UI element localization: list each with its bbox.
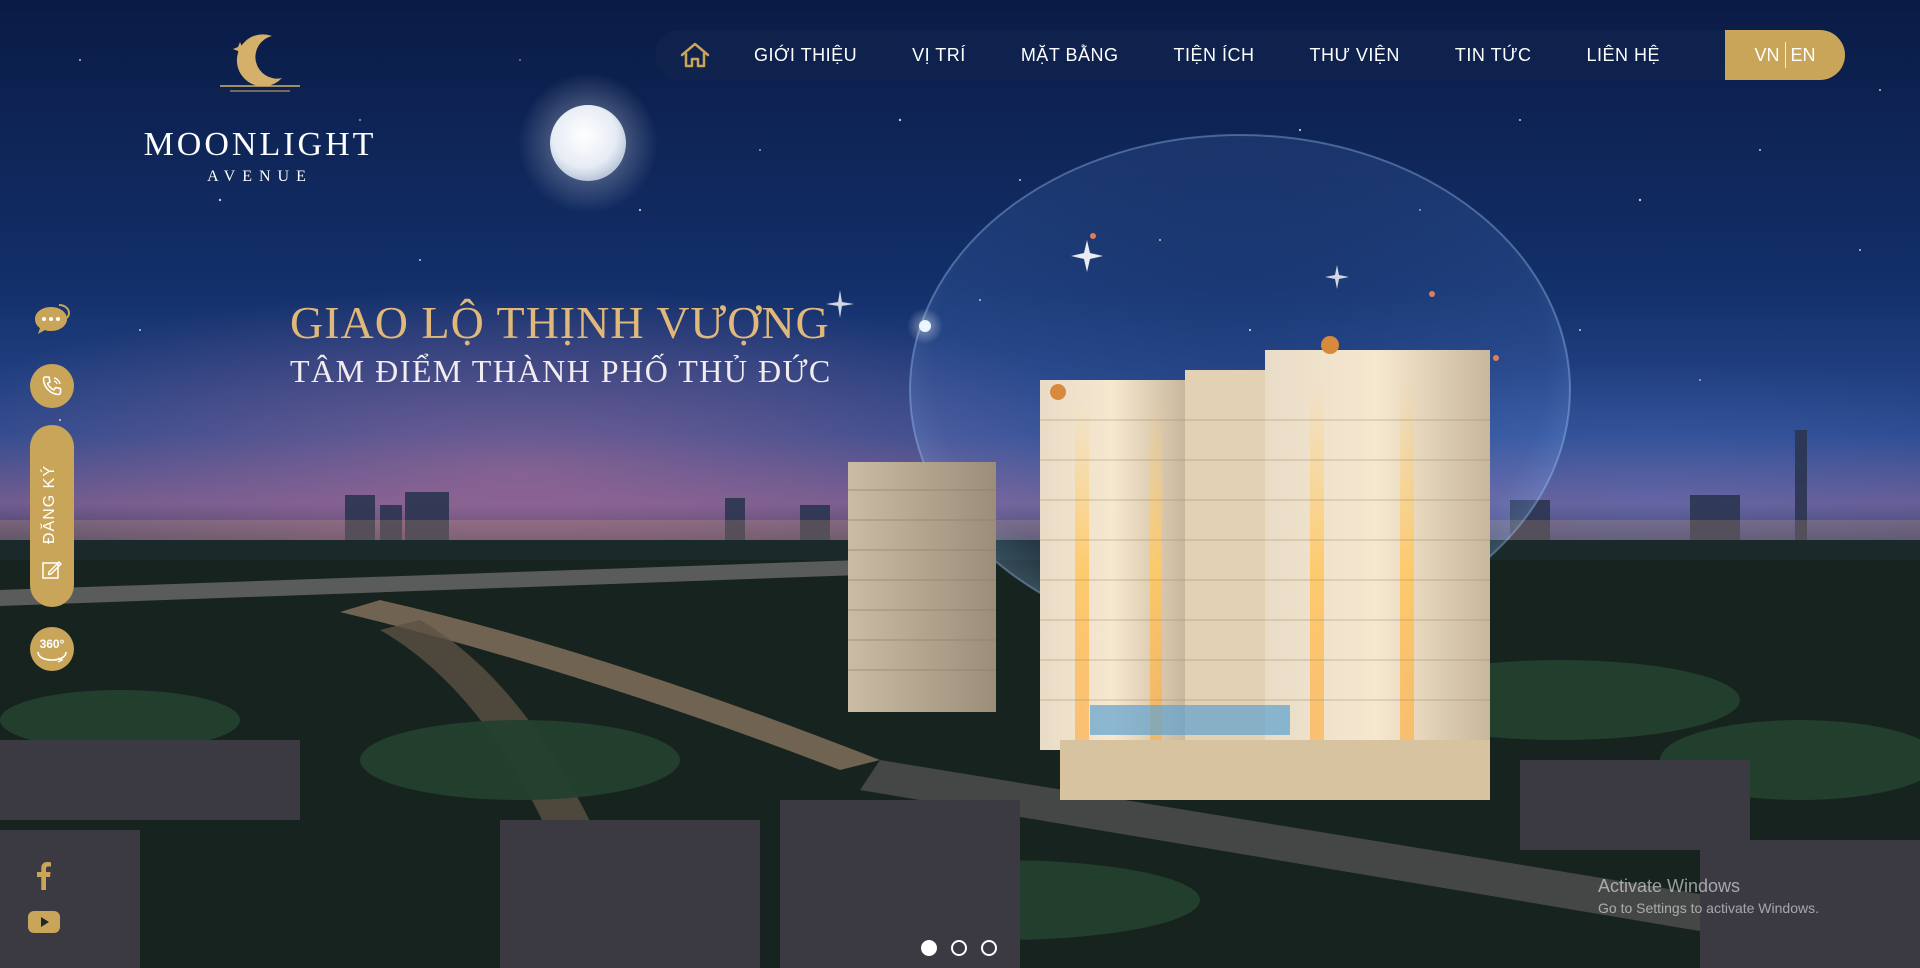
chat-button[interactable]	[30, 298, 74, 342]
phone-icon	[42, 376, 62, 396]
activate-line-1: Activate Windows	[1598, 876, 1741, 896]
nav-item-mat-bang[interactable]: MẶT BẰNG	[1021, 45, 1119, 66]
lang-divider	[1784, 42, 1786, 68]
slide-dot-3[interactable]	[981, 940, 997, 956]
lang-vn[interactable]: VN	[1754, 45, 1779, 66]
hero-subtitle: TÂM ĐIỂM THÀNH PHỐ THỦ ĐỨC	[290, 353, 832, 389]
nav-item-vi-tri[interactable]: VỊ TRÍ	[912, 45, 966, 66]
activate-windows-watermark: Activate Windows Go to Settings to activ…	[1598, 876, 1819, 916]
brand-name: MOONLIGHT	[143, 126, 377, 163]
phone-button[interactable]	[30, 364, 74, 408]
edit-icon	[42, 561, 62, 579]
hero-headline: GIAO LỘ THỊNH VƯỢNG TÂM ĐIỂM THÀNH PHỐ T…	[290, 296, 930, 390]
hero-title: GIAO LỘ THỊNH VƯỢNG	[290, 297, 830, 348]
activate-line-2: Go to Settings to activate Windows.	[1598, 900, 1819, 916]
slide-dot-2[interactable]	[951, 940, 967, 956]
slide-dot-1[interactable]	[921, 940, 937, 956]
brand-subname: AVENUE	[207, 168, 313, 185]
nav-item-tin-tuc[interactable]: TIN TỨC	[1455, 45, 1532, 66]
facebook-icon	[37, 862, 51, 890]
register-label: ĐĂNG KÝ	[41, 464, 58, 544]
tour-360-label: 360°	[39, 637, 65, 651]
nav-item-lien-he[interactable]: LIÊN HỆ	[1586, 45, 1660, 66]
youtube-icon	[28, 911, 60, 933]
nav-item-thu-vien[interactable]: THƯ VIỆN	[1310, 45, 1400, 66]
nav-item-tien-ich[interactable]: TIỆN ÍCH	[1174, 45, 1255, 66]
moon-image	[550, 105, 626, 181]
virtual-tour-360-button[interactable]: 360°	[30, 627, 74, 671]
main-navigation: GIỚI THIỆU VỊ TRÍ MẶT BẰNG TIỆN ÍCH THƯ …	[655, 30, 1845, 80]
slider-pagination	[921, 940, 997, 956]
chat-icon	[35, 304, 71, 334]
nav-item-gioi-thieu[interactable]: GIỚI THIỆU	[754, 45, 857, 66]
youtube-link[interactable]	[28, 906, 60, 938]
facebook-link[interactable]	[28, 860, 60, 892]
moon-logo-icon	[220, 34, 300, 92]
lang-en[interactable]: EN	[1791, 45, 1816, 66]
brand-logo[interactable]: MOONLIGHT AVENUE	[140, 28, 380, 185]
nav-home[interactable]	[655, 30, 735, 80]
register-button[interactable]: ĐĂNG KÝ	[30, 425, 74, 607]
language-switcher: VN EN	[1725, 30, 1845, 80]
home-icon	[680, 42, 710, 68]
hero-banner: MOONLIGHT AVENUE GIỚI THIỆU VỊ TRÍ MẶT B…	[0, 0, 1920, 968]
